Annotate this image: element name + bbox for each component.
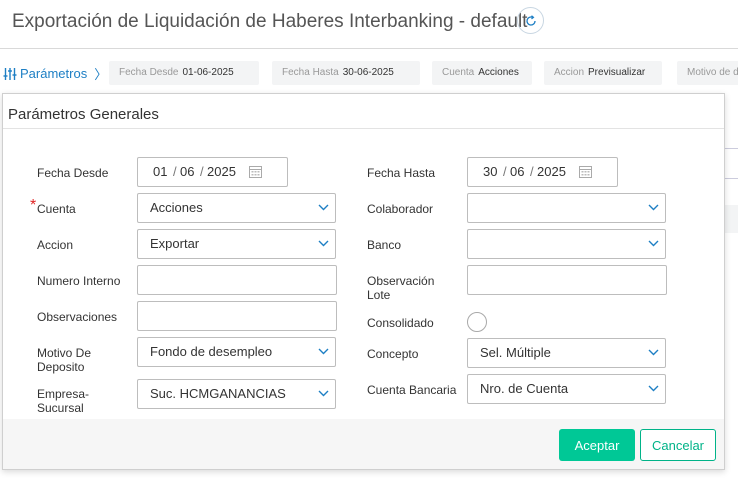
motivo-deposito-label: Motivo De Deposito (37, 346, 92, 374)
chevron-down-icon (648, 204, 659, 211)
accion-select[interactable]: Exportar (137, 229, 336, 259)
chevron-down-icon (648, 240, 659, 247)
concepto-select[interactable]: Sel. Múltiple (467, 338, 666, 368)
chip-motivo[interactable]: Motivo de d (677, 61, 738, 85)
chip-fecha-desde[interactable]: Fecha Desde 01-06-2025 (109, 61, 259, 85)
numero-interno-label: Numero Interno (37, 274, 121, 288)
consolidado-radio[interactable] (467, 312, 487, 332)
empresa-sucursal-select[interactable]: Suc. HCMGANANCIAS (137, 379, 336, 409)
chevron-down-icon (648, 349, 659, 356)
header-divider (0, 48, 738, 49)
chip-cuenta[interactable]: Cuenta Acciones (432, 61, 532, 85)
chevron-down-icon (318, 240, 329, 247)
background-row (725, 205, 738, 233)
cuenta-label: Cuenta (37, 202, 76, 216)
chip-fecha-hasta[interactable]: Fecha Hasta 30-06-2025 (272, 61, 420, 85)
params-label: Parámetros (20, 66, 88, 81)
observacion-lote-label: Observación Lote (367, 274, 435, 302)
colaborador-select[interactable] (467, 193, 666, 223)
consolidado-label: Consolidado (367, 316, 434, 330)
dialog-title: Parámetros Generales (8, 106, 159, 123)
cuenta-bancaria-select[interactable]: Nro. de Cuenta (467, 374, 666, 404)
cuenta-select[interactable]: Acciones (137, 193, 336, 223)
refresh-button[interactable] (517, 7, 544, 34)
chevron-down-icon (648, 385, 659, 392)
fecha-hasta-label: Fecha Hasta (367, 166, 436, 180)
calendar-icon[interactable] (249, 165, 262, 178)
banco-select[interactable] (467, 229, 666, 259)
params-bar: Parámetros 〉 Fecha Desde 01-06-2025 Fecha… (0, 57, 738, 89)
observaciones-input[interactable] (137, 301, 337, 331)
cancel-button[interactable]: Cancelar (640, 429, 716, 461)
dialog-divider (3, 128, 724, 129)
refresh-icon (525, 14, 536, 26)
page-title: Exportación de Liquidación de Haberes In… (12, 11, 528, 32)
chevron-down-icon (318, 204, 329, 211)
calendar-icon[interactable] (579, 165, 592, 178)
chevron-down-icon (318, 390, 329, 397)
motivo-deposito-select[interactable]: Fondo de desempleo (137, 337, 336, 367)
fecha-hasta-input[interactable]: 30 / 06 / 2025 (467, 157, 618, 187)
chevron-down-icon (318, 348, 329, 355)
accept-button[interactable]: Aceptar (559, 429, 635, 461)
chevron-right-icon: 〉 (94, 67, 108, 82)
required-marker: * (30, 197, 37, 214)
observaciones-label: Observaciones (37, 310, 118, 324)
chip-accion[interactable]: Accion Previsualizar (544, 61, 662, 85)
sliders-icon (3, 67, 17, 80)
background-divider (725, 148, 738, 149)
concepto-label: Concepto (367, 347, 419, 361)
empresa-sucursal-label: Empresa- Sucursal (37, 387, 90, 415)
parameters-dialog: Parámetros Generales Fecha Desde 01 / 06… (2, 93, 725, 470)
numero-interno-input[interactable] (137, 265, 337, 295)
fecha-desde-input[interactable]: 01 / 06 / 2025 (137, 157, 288, 187)
fecha-desde-label: Fecha Desde (37, 166, 109, 180)
cuenta-bancaria-label: Cuenta Bancaria (367, 383, 457, 397)
observacion-lote-input[interactable] (467, 265, 667, 295)
background-divider (725, 178, 738, 179)
colaborador-label: Colaborador (367, 202, 434, 216)
accion-label: Accion (37, 238, 74, 252)
params-toggle[interactable]: Parámetros 〉 (3, 64, 107, 83)
banco-label: Banco (367, 238, 402, 252)
